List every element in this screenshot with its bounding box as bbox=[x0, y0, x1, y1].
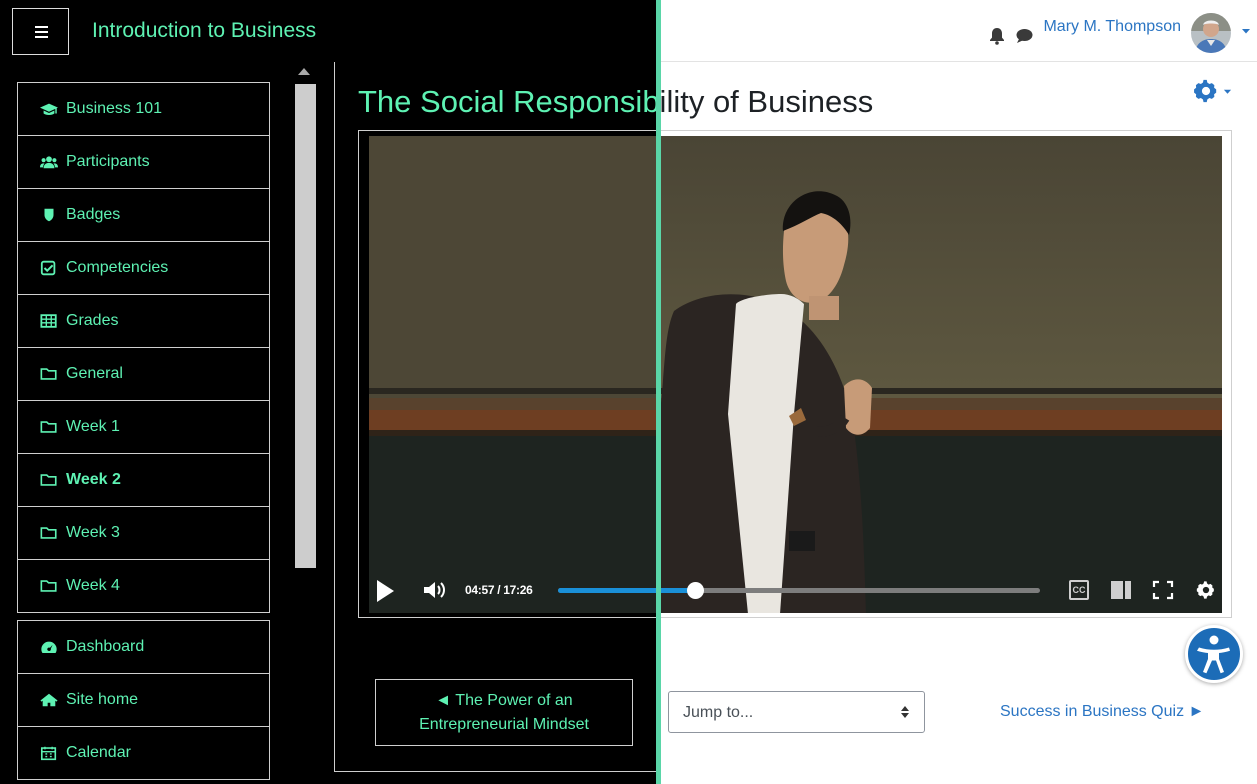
video-seek-bar[interactable] bbox=[558, 588, 656, 593]
nav-item-badges[interactable]: Badges bbox=[17, 188, 270, 242]
drawer-scrollbar[interactable] bbox=[292, 62, 316, 784]
nav-item-week-4[interactable]: Week 4 bbox=[17, 559, 270, 613]
page-title-contrast: The Social Responsibility of Business bbox=[358, 84, 656, 119]
video-progress bbox=[558, 588, 656, 593]
hamburger-icon-bar bbox=[35, 31, 48, 33]
comparison-split-divider[interactable] bbox=[656, 0, 661, 784]
select-arrows-icon bbox=[901, 706, 909, 718]
nav-item-label: Week 2 bbox=[66, 471, 121, 488]
play-icon[interactable] bbox=[375, 579, 395, 603]
nav-item-label: Grades bbox=[66, 312, 119, 329]
settings-icon[interactable] bbox=[1196, 580, 1216, 600]
high-contrast-view: The Social Responsibility of Business bbox=[0, 0, 656, 784]
nav-item-label: General bbox=[66, 365, 123, 382]
nav-item-label: Site home bbox=[66, 691, 139, 708]
hamburger-icon bbox=[35, 26, 48, 28]
video-seek-handle[interactable] bbox=[687, 582, 704, 599]
nav-list: Business 101 Participants Badges Compete… bbox=[17, 82, 270, 780]
avatar[interactable] bbox=[1191, 13, 1231, 53]
video-time: 04:57 / 17:26 bbox=[465, 583, 533, 597]
folder-icon bbox=[40, 474, 57, 486]
nav-item-label: Week 1 bbox=[66, 418, 120, 435]
jump-to-placeholder: Jump to... bbox=[683, 704, 754, 721]
nav-item-general[interactable]: General bbox=[17, 347, 270, 401]
volume-icon[interactable] bbox=[423, 580, 447, 600]
nav-item-week-1[interactable]: Week 1 bbox=[17, 400, 270, 454]
accessibility-button[interactable] bbox=[1185, 625, 1243, 683]
nav-item-week-3[interactable]: Week 3 bbox=[17, 506, 270, 560]
gear-icon bbox=[1194, 79, 1217, 103]
nav-item-label: Business 101 bbox=[66, 100, 163, 117]
folder-icon bbox=[40, 368, 57, 380]
hamburger-button[interactable] bbox=[12, 8, 69, 55]
nav-item-participants[interactable]: Participants bbox=[17, 135, 270, 189]
nav-item-label: Calendar bbox=[66, 744, 131, 761]
user-name[interactable]: Mary M. Thompson bbox=[1043, 18, 1181, 36]
course-title[interactable]: Introduction to Business bbox=[92, 19, 316, 43]
video-frame-image-contrast bbox=[369, 136, 656, 613]
nav-item-business-101[interactable]: Business 101 bbox=[17, 82, 270, 136]
nav-item-grades[interactable]: Grades bbox=[17, 294, 270, 348]
page-actions-menu[interactable] bbox=[1193, 78, 1232, 104]
folder-icon bbox=[40, 527, 57, 539]
video-controls-contrast: 04:57 / 17:26 bbox=[369, 567, 656, 613]
cc-icon[interactable]: CC bbox=[1069, 580, 1089, 600]
side-panel-icon[interactable] bbox=[1110, 580, 1132, 600]
caret-down-icon[interactable] bbox=[1241, 26, 1251, 36]
folder-icon bbox=[40, 580, 57, 592]
app-root: Mary M. Thompson of Business Jump to... … bbox=[0, 0, 1257, 784]
nav-item-label: Participants bbox=[66, 153, 150, 170]
nav-item-site-home[interactable]: Site home bbox=[17, 673, 270, 727]
accessibility-icon bbox=[1197, 635, 1230, 674]
check-square-icon bbox=[40, 260, 56, 276]
jump-to-select[interactable]: Jump to... bbox=[668, 691, 925, 733]
table-icon bbox=[40, 314, 57, 328]
nav-item-dashboard[interactable]: Dashboard bbox=[17, 620, 270, 674]
folder-icon bbox=[40, 421, 57, 433]
prev-activity-line1: ◄ The Power of an bbox=[435, 692, 573, 709]
nav-item-label: Badges bbox=[66, 206, 121, 223]
chat-icon[interactable] bbox=[1015, 28, 1033, 44]
nav-item-label: Week 3 bbox=[66, 524, 120, 541]
hamburger-icon-bar bbox=[35, 36, 48, 38]
nav-item-calendar[interactable]: Calendar bbox=[17, 726, 270, 780]
users-icon bbox=[40, 156, 58, 169]
nav-item-week-2[interactable]: Week 2 bbox=[17, 453, 270, 507]
nav-item-label: Competencies bbox=[66, 259, 169, 276]
nav-item-competencies[interactable]: Competencies bbox=[17, 241, 270, 295]
nav-item-label: Dashboard bbox=[66, 638, 145, 655]
calendar-icon bbox=[40, 746, 57, 761]
top-navbar-contrast: Introduction to Business bbox=[0, 0, 656, 62]
next-activity-link[interactable]: Success in Business Quiz ► bbox=[1000, 703, 1204, 721]
scroll-thumb[interactable] bbox=[295, 84, 316, 568]
nav-drawer: Business 101 Participants Badges Compete… bbox=[0, 62, 318, 784]
bell-icon[interactable] bbox=[989, 27, 1005, 45]
caret-down-icon bbox=[1223, 89, 1232, 94]
prev-activity-line2: Entrepreneurial Mindset bbox=[419, 716, 589, 733]
tachometer-icon bbox=[41, 641, 57, 654]
fullscreen-icon[interactable] bbox=[1152, 580, 1174, 600]
user-menu: Mary M. Thompson bbox=[989, 10, 1251, 53]
shield-icon bbox=[44, 208, 54, 222]
scroll-up-icon[interactable] bbox=[298, 68, 310, 75]
nav-item-label: Week 4 bbox=[66, 577, 120, 594]
video-contrast-clip: 04:57 / 17:26 bbox=[369, 136, 656, 613]
home-icon bbox=[40, 693, 58, 707]
prev-activity-link[interactable]: ◄ The Power of an Entrepreneurial Mindse… bbox=[375, 679, 633, 746]
graduation-cap-icon bbox=[40, 103, 58, 115]
